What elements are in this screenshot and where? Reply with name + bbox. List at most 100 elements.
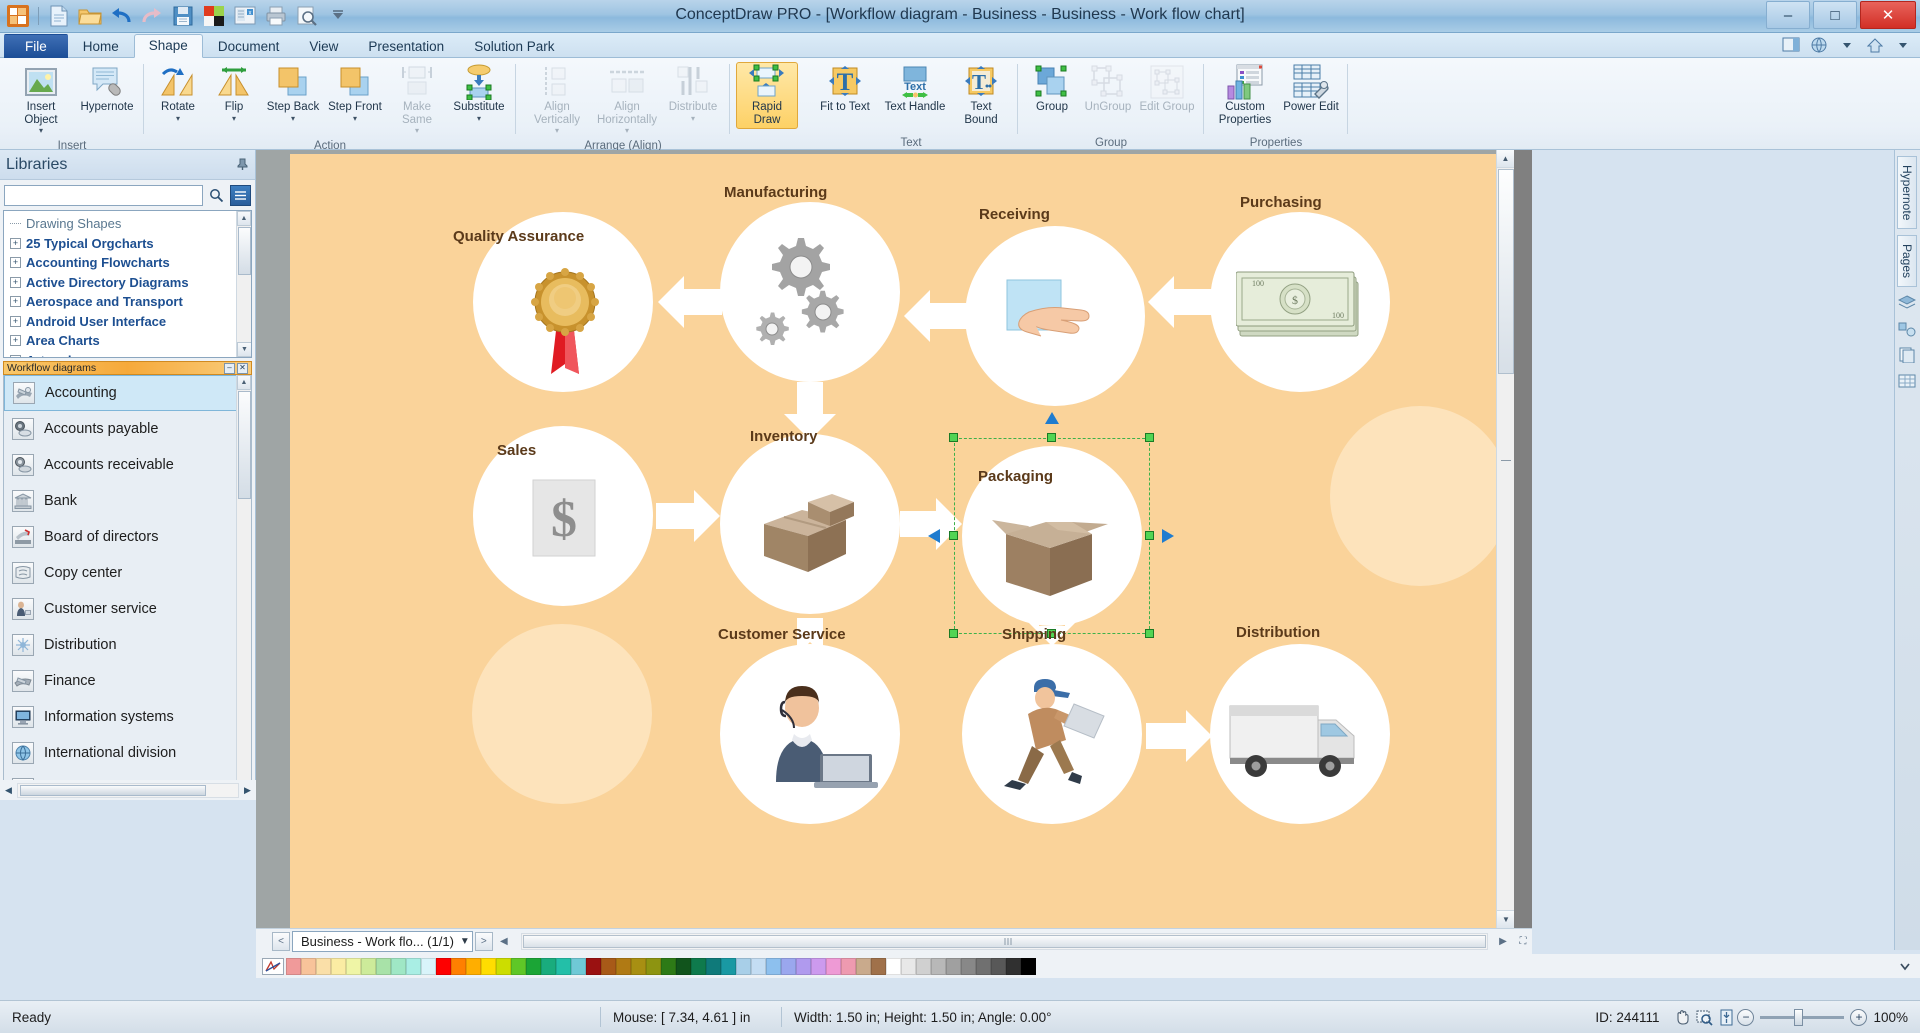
palette-swatch[interactable] bbox=[346, 957, 361, 975]
library-scroll-up-button[interactable]: ▲ bbox=[237, 375, 251, 390]
canvas-vertical-scrollbar[interactable]: ▲ ▼ bbox=[1496, 150, 1514, 928]
palette-swatch[interactable] bbox=[466, 957, 481, 975]
ribbon-button-insert-object[interactable]: Insert Object ▾ bbox=[6, 62, 76, 138]
ribbon-tab-home[interactable]: Home bbox=[68, 35, 134, 58]
expand-plus-icon[interactable]: + bbox=[10, 315, 21, 327]
chevron-down-icon[interactable]: ▾ bbox=[555, 126, 559, 135]
ribbon-tab-solution-park[interactable]: Solution Park bbox=[459, 35, 569, 58]
help-globe-icon[interactable] bbox=[1808, 35, 1830, 55]
resize-handle-se[interactable] bbox=[1145, 629, 1154, 638]
palette-swatch[interactable] bbox=[481, 957, 496, 975]
node-distribution[interactable]: Distribution bbox=[1210, 624, 1390, 824]
chevron-down-icon[interactable]: ▾ bbox=[477, 114, 481, 123]
dock-tab-pages[interactable]: Pages bbox=[1897, 235, 1917, 288]
right-dock[interactable]: Hypernote Pages bbox=[1894, 150, 1920, 950]
zoom-slider-track[interactable] bbox=[1760, 1008, 1845, 1026]
tree-scroll-thumb[interactable] bbox=[238, 227, 251, 275]
zoom-out-button[interactable]: − bbox=[1737, 1008, 1755, 1026]
node-sales[interactable]: Sales $ bbox=[473, 426, 653, 606]
palette-swatch[interactable] bbox=[676, 957, 691, 975]
library-horizontal-scrollbar[interactable]: ◀ ▶ bbox=[0, 780, 256, 800]
palette-swatch[interactable] bbox=[586, 957, 601, 975]
tree-scroll-up-button[interactable]: ▲ bbox=[237, 211, 251, 226]
library-item-distribution[interactable]: Distribution bbox=[4, 627, 251, 663]
chevron-down-icon[interactable]: ▾ bbox=[691, 114, 695, 123]
palette-swatch[interactable] bbox=[916, 957, 931, 975]
library-search-row[interactable] bbox=[0, 180, 255, 210]
ribbon-button-substitute[interactable]: Substitute ▾ bbox=[448, 62, 510, 126]
palette-swatch[interactable] bbox=[976, 957, 991, 975]
library-item-copy-center[interactable]: Copy center bbox=[4, 555, 251, 591]
ribbon-button-rapid-draw[interactable]: Rapid Draw bbox=[736, 62, 798, 129]
node-customer-service[interactable]: Customer Service bbox=[718, 626, 900, 824]
connect-arrow-left-icon[interactable] bbox=[926, 528, 942, 544]
palette-swatch[interactable] bbox=[331, 957, 346, 975]
tree-scroll-down-button[interactable]: ▼ bbox=[237, 342, 251, 357]
resize-handle-n[interactable] bbox=[1047, 433, 1056, 442]
ribbon-button-flip[interactable]: Flip ▾ bbox=[206, 62, 262, 126]
zoom-region-icon[interactable] bbox=[1693, 1007, 1715, 1027]
ribbon-tab-bar[interactable]: File Home Shape Document View Presentation Sol… bbox=[0, 33, 1920, 58]
palette-swatch[interactable] bbox=[286, 957, 301, 975]
palette-swatch[interactable] bbox=[721, 957, 736, 975]
ribbon-tab-shape[interactable]: Shape bbox=[133, 34, 203, 58]
ribbon-button-hypernote[interactable]: Hypernote bbox=[76, 62, 138, 117]
ribbon-tab-presentation[interactable]: Presentation bbox=[353, 35, 459, 58]
palette-swatch[interactable] bbox=[781, 957, 796, 975]
palette-swatch[interactable] bbox=[661, 957, 676, 975]
ribbon-tab-file[interactable]: File bbox=[4, 34, 68, 58]
hscroll-thumb[interactable] bbox=[20, 784, 206, 796]
hscroll-track[interactable] bbox=[17, 782, 239, 798]
palette-swatch[interactable] bbox=[316, 957, 331, 975]
palette-swatch[interactable] bbox=[376, 957, 391, 975]
tree-node-25-typical-orgcharts[interactable]: +25 Typical Orgcharts bbox=[6, 234, 251, 254]
canvas-scroll-grip[interactable] bbox=[1501, 460, 1511, 462]
ribbon-button-custom-properties[interactable]: Custom Properties bbox=[1210, 62, 1280, 129]
palette-swatch[interactable] bbox=[646, 957, 661, 975]
palette-swatch[interactable] bbox=[751, 957, 766, 975]
arrow-manufacturing-to-quality-assurance[interactable] bbox=[658, 276, 722, 328]
expand-plus-icon[interactable]: + bbox=[10, 237, 21, 249]
canvas-scroll-thumb[interactable] bbox=[1498, 169, 1514, 374]
page-tab-bar[interactable]: < Business - Work flo... (1/1) ▼ > ◀ ▶ ⛶ bbox=[256, 928, 1532, 954]
hand-pan-icon[interactable] bbox=[1671, 1007, 1693, 1027]
palette-swatch[interactable] bbox=[526, 957, 541, 975]
library-item-board-of-directors[interactable]: Board of directors bbox=[4, 519, 251, 555]
ribbon-button-rotate[interactable]: Rotate ▾ bbox=[150, 62, 206, 126]
palette-swatch[interactable] bbox=[631, 957, 646, 975]
chevron-down-icon[interactable]: ▾ bbox=[625, 126, 629, 135]
chevron-down-icon[interactable]: ▼ bbox=[460, 936, 470, 947]
connect-arrow-top-icon[interactable] bbox=[1044, 410, 1060, 426]
expand-plus-icon[interactable]: + bbox=[10, 257, 21, 269]
palette-swatch[interactable] bbox=[436, 957, 451, 975]
zoom-in-button[interactable]: + bbox=[1850, 1008, 1868, 1026]
chevron-down-icon[interactable] bbox=[1892, 35, 1914, 55]
palette-swatch[interactable] bbox=[796, 957, 811, 975]
active-library-header[interactable]: Workflow diagrams – ✕ bbox=[3, 361, 252, 375]
expand-plus-icon[interactable]: + bbox=[10, 276, 21, 288]
libraries-panel[interactable]: Libraries Drawing Shapes +25 Typical Orgc… bbox=[0, 150, 256, 800]
palette-swatch[interactable] bbox=[856, 957, 871, 975]
palette-swatch[interactable] bbox=[931, 957, 946, 975]
palette-swatch[interactable] bbox=[571, 957, 586, 975]
node-shipping[interactable]: Shipping bbox=[962, 626, 1142, 824]
table-icon[interactable] bbox=[1896, 371, 1918, 391]
library-item-accounting[interactable]: Accounting bbox=[4, 375, 251, 411]
tree-node-accounting-flowcharts[interactable]: + Accounting Flowcharts bbox=[6, 253, 251, 273]
ribbon-tab-view[interactable]: View bbox=[294, 35, 353, 58]
canvas-scroll-down-button[interactable]: ▼ bbox=[1497, 910, 1514, 928]
hscroll-left-button[interactable]: ◀ bbox=[0, 782, 17, 799]
palette-swatch[interactable] bbox=[361, 957, 376, 975]
expand-plus-icon[interactable]: + bbox=[10, 296, 21, 308]
library-tree[interactable]: Drawing Shapes +25 Typical Orgcharts + Acco… bbox=[3, 210, 252, 358]
resize-handle-e[interactable] bbox=[1145, 531, 1154, 540]
canvas-area[interactable]: Quality Assurance Manufacturing Receivin… bbox=[256, 150, 1532, 950]
ribbon-button-group[interactable]: Group bbox=[1024, 62, 1080, 117]
diagram-page[interactable]: Quality Assurance Manufacturing Receivin… bbox=[290, 154, 1514, 928]
canvas-horizontal-scrollbar[interactable] bbox=[520, 933, 1488, 950]
library-item-accounts-receivable[interactable]: Accounts receivable bbox=[4, 447, 251, 483]
close-button[interactable]: ✕ bbox=[1860, 1, 1916, 29]
tree-node-drawing-shapes[interactable]: Drawing Shapes bbox=[6, 214, 251, 234]
tree-scrollbar[interactable]: ▲ ▼ bbox=[236, 211, 251, 357]
expand-plus-icon[interactable]: + bbox=[10, 354, 21, 357]
